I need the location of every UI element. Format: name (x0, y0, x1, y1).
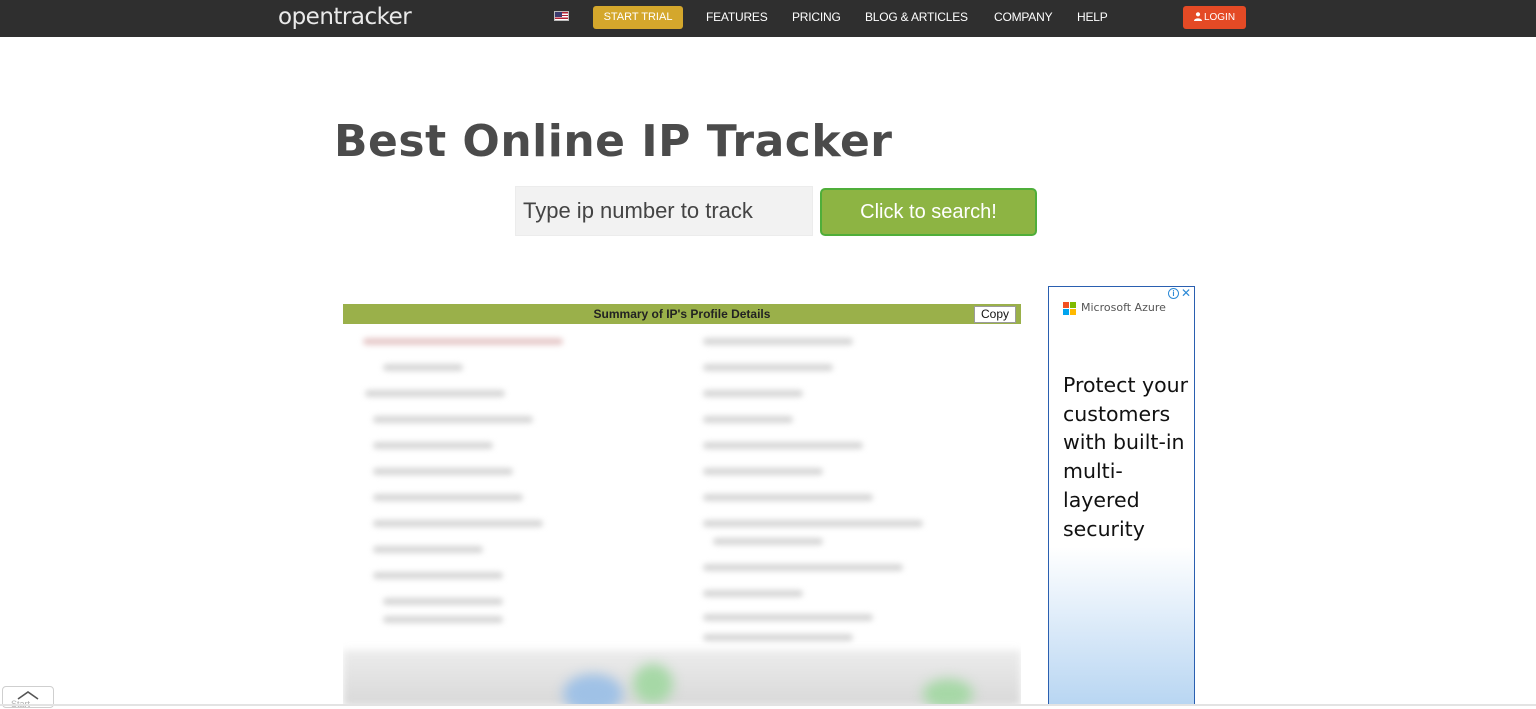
search-button[interactable]: Click to search! (820, 188, 1037, 236)
blurred-map-blob (563, 674, 623, 706)
blurred-text-line (373, 442, 493, 449)
blurred-text-line (703, 590, 803, 597)
blurred-text-line (363, 338, 563, 345)
blurred-map-blob (633, 664, 673, 704)
blurred-map-area (343, 650, 1021, 706)
advertisement-banner[interactable]: i ✕ Microsoft Azure Protect your custome… (1048, 286, 1195, 706)
page-title: Best Online IP Tracker (334, 116, 893, 167)
nav-pricing[interactable]: PRICING (792, 0, 841, 35)
blurred-text-line (703, 442, 863, 449)
summary-blurred-content (343, 324, 1021, 706)
blurred-text-line (703, 468, 823, 475)
blurred-text-line (703, 634, 853, 641)
ip-profile-summary-panel: Summary of IP's Profile Details Copy (343, 304, 1021, 706)
blurred-text-line (713, 538, 823, 545)
summary-heading: Summary of IP's Profile Details (593, 307, 771, 321)
blurred-text-line (373, 494, 523, 501)
login-label: LOGIN (1203, 12, 1236, 23)
opentracker-logo[interactable]: opentracker (278, 3, 412, 31)
blurred-text-line (365, 390, 505, 397)
close-icon[interactable]: ✕ (1181, 287, 1191, 300)
nav-blog-articles[interactable]: BLOG & ARTICLES (865, 0, 968, 35)
nav-help[interactable]: HELP (1077, 0, 1108, 35)
blurred-text-line (703, 416, 793, 423)
blurred-text-line (703, 338, 853, 345)
blurred-text-line (383, 364, 463, 371)
ip-search-input[interactable] (515, 186, 813, 236)
ad-headline: Protect your customers with built-in mul… (1063, 373, 1189, 541)
blurred-text-line (703, 364, 833, 371)
blurred-text-line (703, 494, 873, 501)
blurred-text-line (383, 598, 503, 605)
microsoft-logo-icon (1063, 302, 1077, 316)
blurred-text-line (373, 520, 543, 527)
login-button[interactable]: LOGIN (1183, 6, 1246, 29)
blurred-text-line (703, 614, 873, 621)
user-icon (1193, 12, 1202, 21)
info-icon[interactable]: i (1168, 288, 1179, 299)
blurred-text-line (383, 616, 503, 623)
logo-text: opentracker (278, 4, 412, 30)
summary-header: Summary of IP's Profile Details (343, 304, 1021, 324)
blurred-text-line (373, 416, 533, 423)
nav-company[interactable]: COMPANY (994, 0, 1053, 35)
blurred-text-line (373, 572, 503, 579)
blurred-text-line (703, 390, 803, 397)
copy-button[interactable]: Copy (974, 306, 1016, 323)
start-trial-button[interactable]: START TRIAL (593, 6, 683, 29)
blurred-text-line (703, 520, 923, 527)
us-flag-icon[interactable] (554, 11, 569, 21)
nav-features[interactable]: FEATURES (706, 0, 768, 35)
ad-brand-name: Microsoft Azure (1081, 301, 1166, 314)
top-navigation-bar: opentracker START TRIAL FEATURES PRICING… (0, 0, 1536, 37)
blurred-text-line (373, 546, 483, 553)
blurred-text-line (703, 564, 903, 571)
blurred-map-blob (923, 679, 973, 706)
blurred-text-line (373, 468, 513, 475)
